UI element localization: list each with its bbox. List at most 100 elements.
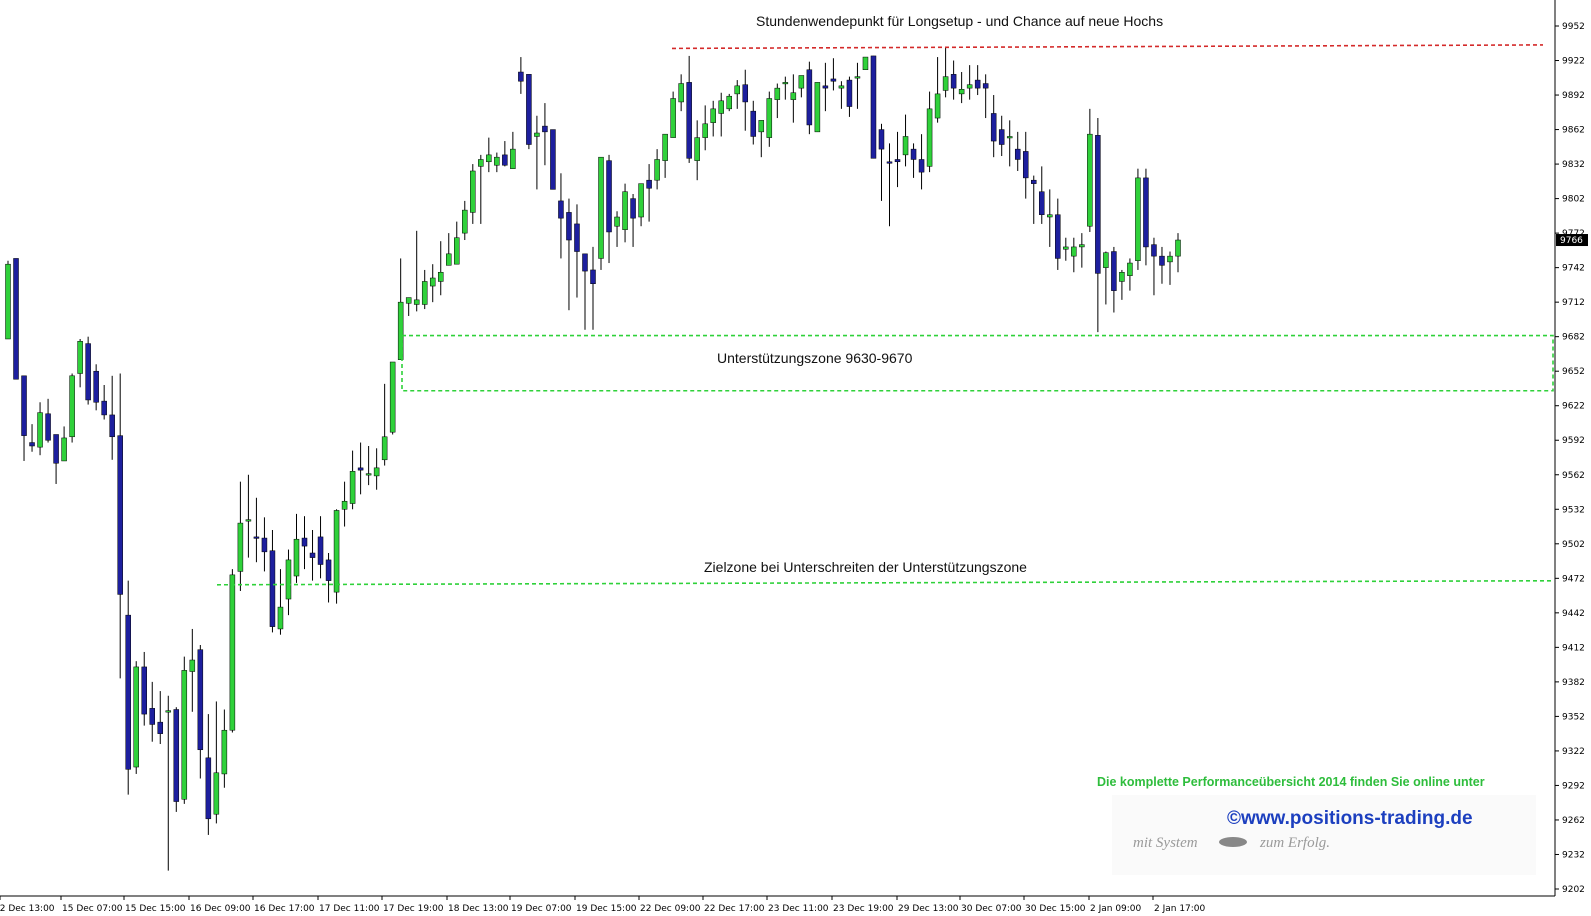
candle-body-bullish bbox=[622, 191, 628, 230]
candle-body-bullish bbox=[854, 76, 861, 79]
candle-body-bullish bbox=[766, 98, 773, 138]
x-tick-label: 30 Dec 15:00 bbox=[1025, 904, 1086, 914]
candle-body-bullish bbox=[710, 108, 716, 123]
candle-body-bearish bbox=[982, 83, 989, 89]
candle-body-bullish bbox=[421, 281, 428, 305]
candle-body-bullish bbox=[678, 83, 684, 103]
candle bbox=[870, 55, 877, 159]
y-tick-label: 9802 bbox=[1562, 195, 1585, 205]
candle-body-bearish bbox=[686, 82, 692, 159]
candle-body-bearish bbox=[1039, 191, 1045, 215]
candle-body-bullish bbox=[61, 437, 67, 462]
slogan-right: zum Erfolg. bbox=[1259, 835, 1330, 851]
candle-body-bullish bbox=[598, 156, 604, 259]
candle-body-bearish bbox=[269, 550, 276, 627]
candle-body-bearish bbox=[325, 559, 332, 581]
candle bbox=[13, 258, 19, 380]
candle bbox=[85, 336, 91, 405]
candle-body-bullish bbox=[1087, 133, 1093, 227]
candle-body-bullish bbox=[77, 341, 83, 374]
candle-body-bullish bbox=[718, 100, 724, 114]
candle bbox=[806, 61, 813, 135]
candle-body-bearish bbox=[29, 442, 35, 447]
candle-body-bullish bbox=[446, 253, 452, 266]
y-tick-label: 9532 bbox=[1562, 505, 1585, 515]
candle-body-bearish bbox=[149, 708, 155, 725]
candle-body-bearish bbox=[301, 537, 308, 547]
candle-body-bullish bbox=[133, 666, 139, 768]
candle bbox=[862, 56, 869, 70]
candle-body-bearish bbox=[125, 614, 131, 770]
candle-body-bullish bbox=[245, 519, 252, 522]
candle-body-bearish bbox=[157, 721, 164, 734]
candle bbox=[814, 82, 821, 133]
candle-body-bearish bbox=[558, 200, 564, 219]
candle bbox=[550, 129, 556, 190]
candle-body-bearish bbox=[878, 129, 885, 150]
website-link[interactable]: ©www.positions-trading.de bbox=[1227, 808, 1473, 829]
candle-body-bearish bbox=[1143, 177, 1149, 248]
candle-body-bullish bbox=[437, 271, 444, 282]
candle-body-bullish bbox=[37, 412, 43, 448]
candle-body-bullish bbox=[798, 75, 805, 89]
current-price-label: 9766 bbox=[1560, 236, 1583, 246]
candle-body-bullish bbox=[478, 159, 484, 167]
x-tick-label: 29 Dec 13:00 bbox=[898, 904, 959, 914]
x-tick-label: 17 Dec 11:00 bbox=[319, 904, 380, 914]
candle-body-bearish bbox=[21, 375, 27, 436]
candle-body-bearish bbox=[109, 414, 115, 438]
candle-body-bullish bbox=[774, 87, 781, 100]
candle-body-bullish bbox=[333, 510, 340, 593]
candle-body-bullish bbox=[349, 471, 356, 504]
candle-body-bearish bbox=[197, 649, 204, 751]
x-tick-label: 12 Dec 13:00 bbox=[0, 904, 55, 914]
candle-body-bullish bbox=[934, 93, 941, 119]
y-tick-label: 9232 bbox=[1562, 850, 1585, 860]
candle-body-bearish bbox=[846, 79, 853, 107]
candle-body-bullish bbox=[69, 375, 75, 438]
candle-body-bearish bbox=[590, 269, 596, 284]
y-tick-label: 9292 bbox=[1562, 781, 1585, 791]
candle-body-bullish bbox=[237, 522, 244, 572]
candle-body-bullish bbox=[389, 361, 396, 433]
candle-body-bullish bbox=[1063, 246, 1069, 250]
candle-body-bearish bbox=[894, 159, 901, 163]
candle-body-bearish bbox=[1055, 214, 1061, 259]
candle-body-bearish bbox=[1095, 135, 1101, 274]
candle-body-bearish bbox=[918, 159, 925, 173]
candle-body-bearish bbox=[990, 113, 997, 142]
candle-body-bearish bbox=[205, 757, 212, 820]
candle bbox=[670, 91, 676, 138]
target-zone-label: Zielzone bei Unterschreiten der Unterstü… bbox=[704, 559, 1027, 575]
candle-body-bullish bbox=[838, 85, 845, 89]
candle-body-bullish bbox=[285, 559, 292, 600]
candle-body-bullish bbox=[1119, 271, 1125, 282]
candle bbox=[333, 509, 340, 604]
candle bbox=[173, 707, 180, 812]
y-tick-label: 9622 bbox=[1562, 402, 1585, 412]
candle bbox=[389, 361, 396, 435]
candle-body-bearish bbox=[518, 71, 524, 82]
candle-body-bullish bbox=[189, 659, 196, 672]
x-tick-label: 15 Dec 15:00 bbox=[125, 904, 186, 914]
y-tick-label: 9472 bbox=[1562, 574, 1585, 584]
candle bbox=[181, 656, 188, 804]
candle-body-bullish bbox=[405, 297, 412, 304]
y-tick-label: 9352 bbox=[1562, 712, 1585, 722]
candle-body-bearish bbox=[85, 343, 91, 401]
candle-body-bullish bbox=[942, 76, 949, 91]
candle-body-bearish bbox=[998, 129, 1005, 145]
y-tick-label: 9562 bbox=[1562, 471, 1585, 481]
candle-body-bullish bbox=[814, 82, 821, 133]
candle-body-bearish bbox=[646, 179, 652, 189]
y-tick-label: 9682 bbox=[1562, 333, 1585, 343]
candle-body-bearish bbox=[93, 370, 99, 403]
candle-body-bearish bbox=[1022, 151, 1029, 179]
candle bbox=[5, 260, 11, 340]
x-tick-label: 30 Dec 07:00 bbox=[961, 904, 1022, 914]
candle-body-bearish bbox=[630, 198, 636, 219]
candle-body-bullish bbox=[726, 95, 732, 110]
candle-body-bullish bbox=[1071, 246, 1077, 257]
y-tick-label: 9592 bbox=[1562, 436, 1585, 446]
candle-body-bearish bbox=[910, 148, 917, 160]
